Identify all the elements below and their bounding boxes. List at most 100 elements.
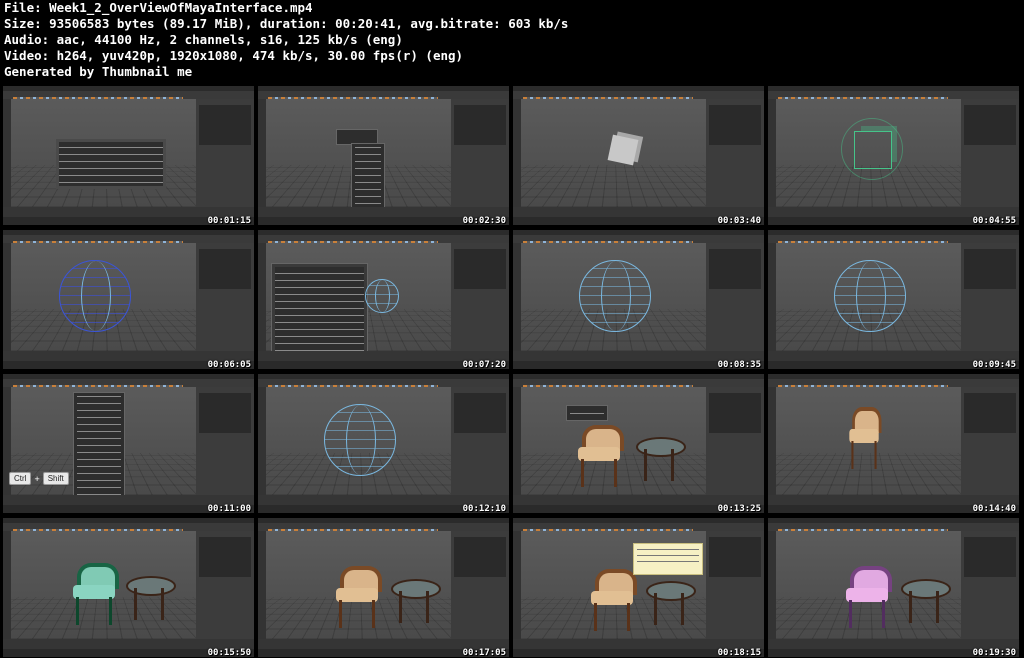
toolbox [513, 531, 521, 649]
toolbox [258, 99, 266, 217]
channel-box [706, 99, 764, 207]
toolbox [768, 243, 776, 361]
channel-box [706, 387, 764, 495]
maya-shelf [513, 523, 764, 535]
timestamp: 00:13:25 [717, 504, 761, 513]
chair-model [71, 563, 119, 625]
channel-box [706, 243, 764, 351]
viewport [266, 531, 451, 639]
channel-box [706, 531, 764, 639]
viewport [521, 387, 706, 495]
timestamp: 00:07:20 [462, 360, 506, 369]
toolbox [3, 387, 11, 505]
channel-box [451, 99, 509, 207]
table-model [126, 576, 176, 620]
timestamp: 00:17:05 [462, 648, 506, 657]
timestamp: 00:06:05 [207, 360, 251, 369]
toolbox [258, 531, 266, 649]
options-dialog [271, 263, 368, 351]
channel-box [451, 531, 509, 639]
timestamp: 00:02:30 [462, 216, 506, 225]
viewport [776, 99, 961, 207]
info-header: File: Week1_2_OverViewOfMayaInterface.mp… [4, 0, 1020, 80]
ctrl-key: Ctrl [9, 472, 32, 485]
timestamp: 00:14:40 [972, 504, 1016, 513]
maya-shelf [3, 523, 254, 535]
toolbox [258, 243, 266, 361]
sphere-object [833, 259, 906, 332]
toolbox [3, 243, 11, 361]
file-size: Size: 93506583 bytes (89.17 MiB), durati… [4, 16, 569, 31]
timestamp: 00:18:15 [717, 648, 761, 657]
timestamp: 00:19:30 [972, 648, 1016, 657]
maya-shelf [258, 379, 509, 391]
shift-key: Shift [42, 472, 69, 485]
key-overlay: Ctrl + Shift [9, 472, 69, 485]
toolbox [258, 387, 266, 505]
viewport [776, 387, 961, 495]
video-thumbnail: 00:14:40 [768, 374, 1019, 513]
chair-model [844, 566, 892, 628]
sphere-object [578, 259, 651, 332]
maya-shelf [258, 523, 509, 535]
maya-shelf [3, 91, 254, 103]
video-thumbnail: Ctrl + Shift 00:11:00 [3, 374, 254, 513]
submenu [351, 143, 385, 207]
channel-box [196, 531, 254, 639]
viewport [776, 243, 961, 351]
table-model [391, 579, 441, 623]
file-name: File: Week1_2_OverViewOfMayaInterface.mp… [4, 0, 313, 15]
chair-model [589, 569, 637, 631]
viewport [11, 531, 196, 639]
maya-shelf [3, 235, 254, 247]
maya-shelf [258, 235, 509, 247]
video-thumbnail: 00:04:55 [768, 86, 1019, 225]
thumbnail-grid: 00:01:15 00:02:30 00:03:40 00:04:55 00:06:05… [3, 86, 1021, 657]
toolbox [768, 531, 776, 649]
video-thumbnail: 00:18:15 [513, 518, 764, 657]
ground-grid [521, 165, 706, 207]
timestamp: 00:09:45 [972, 360, 1016, 369]
channel-box [961, 387, 1019, 495]
chair-model [334, 566, 382, 628]
viewport [266, 99, 451, 207]
maya-shelf [768, 379, 1019, 391]
table-model [646, 581, 696, 625]
table-model [636, 437, 686, 481]
video-thumbnail: 00:15:50 [3, 518, 254, 657]
timestamp: 00:03:40 [717, 216, 761, 225]
maya-shelf [513, 379, 764, 391]
video-thumbnail: 00:06:05 [3, 230, 254, 369]
toolbox [513, 99, 521, 217]
channel-box [196, 387, 254, 495]
table-model [901, 579, 951, 623]
sphere-object [323, 403, 396, 476]
timestamp: 00:08:35 [717, 360, 761, 369]
maya-shelf [768, 235, 1019, 247]
video-thumbnail: 00:13:25 [513, 374, 764, 513]
video-thumbnail: 00:09:45 [768, 230, 1019, 369]
viewport [521, 531, 706, 639]
video-thumbnail: 00:03:40 [513, 86, 764, 225]
chair-model [848, 407, 882, 469]
maya-shelf [768, 91, 1019, 103]
viewport [266, 243, 451, 351]
viewport [521, 99, 706, 207]
sphere-object [364, 278, 399, 313]
video-thumbnail: 00:17:05 [258, 518, 509, 657]
maya-shelf [513, 91, 764, 103]
maya-shelf [513, 235, 764, 247]
audio-info: Audio: aac, 44100 Hz, 2 channels, s16, 1… [4, 32, 403, 47]
timestamp: 00:04:55 [972, 216, 1016, 225]
viewport [521, 243, 706, 351]
video-thumbnail: 00:02:30 [258, 86, 509, 225]
toolbox [3, 531, 11, 649]
plus-sign: + [34, 473, 40, 484]
hotbox-menu [56, 139, 166, 189]
generator-credit: Generated by Thumbnail me [4, 64, 193, 79]
channel-box [961, 243, 1019, 351]
channel-box [451, 387, 509, 495]
maya-shelf [768, 523, 1019, 535]
channel-box [196, 99, 254, 207]
video-thumbnail: 00:12:10 [258, 374, 509, 513]
